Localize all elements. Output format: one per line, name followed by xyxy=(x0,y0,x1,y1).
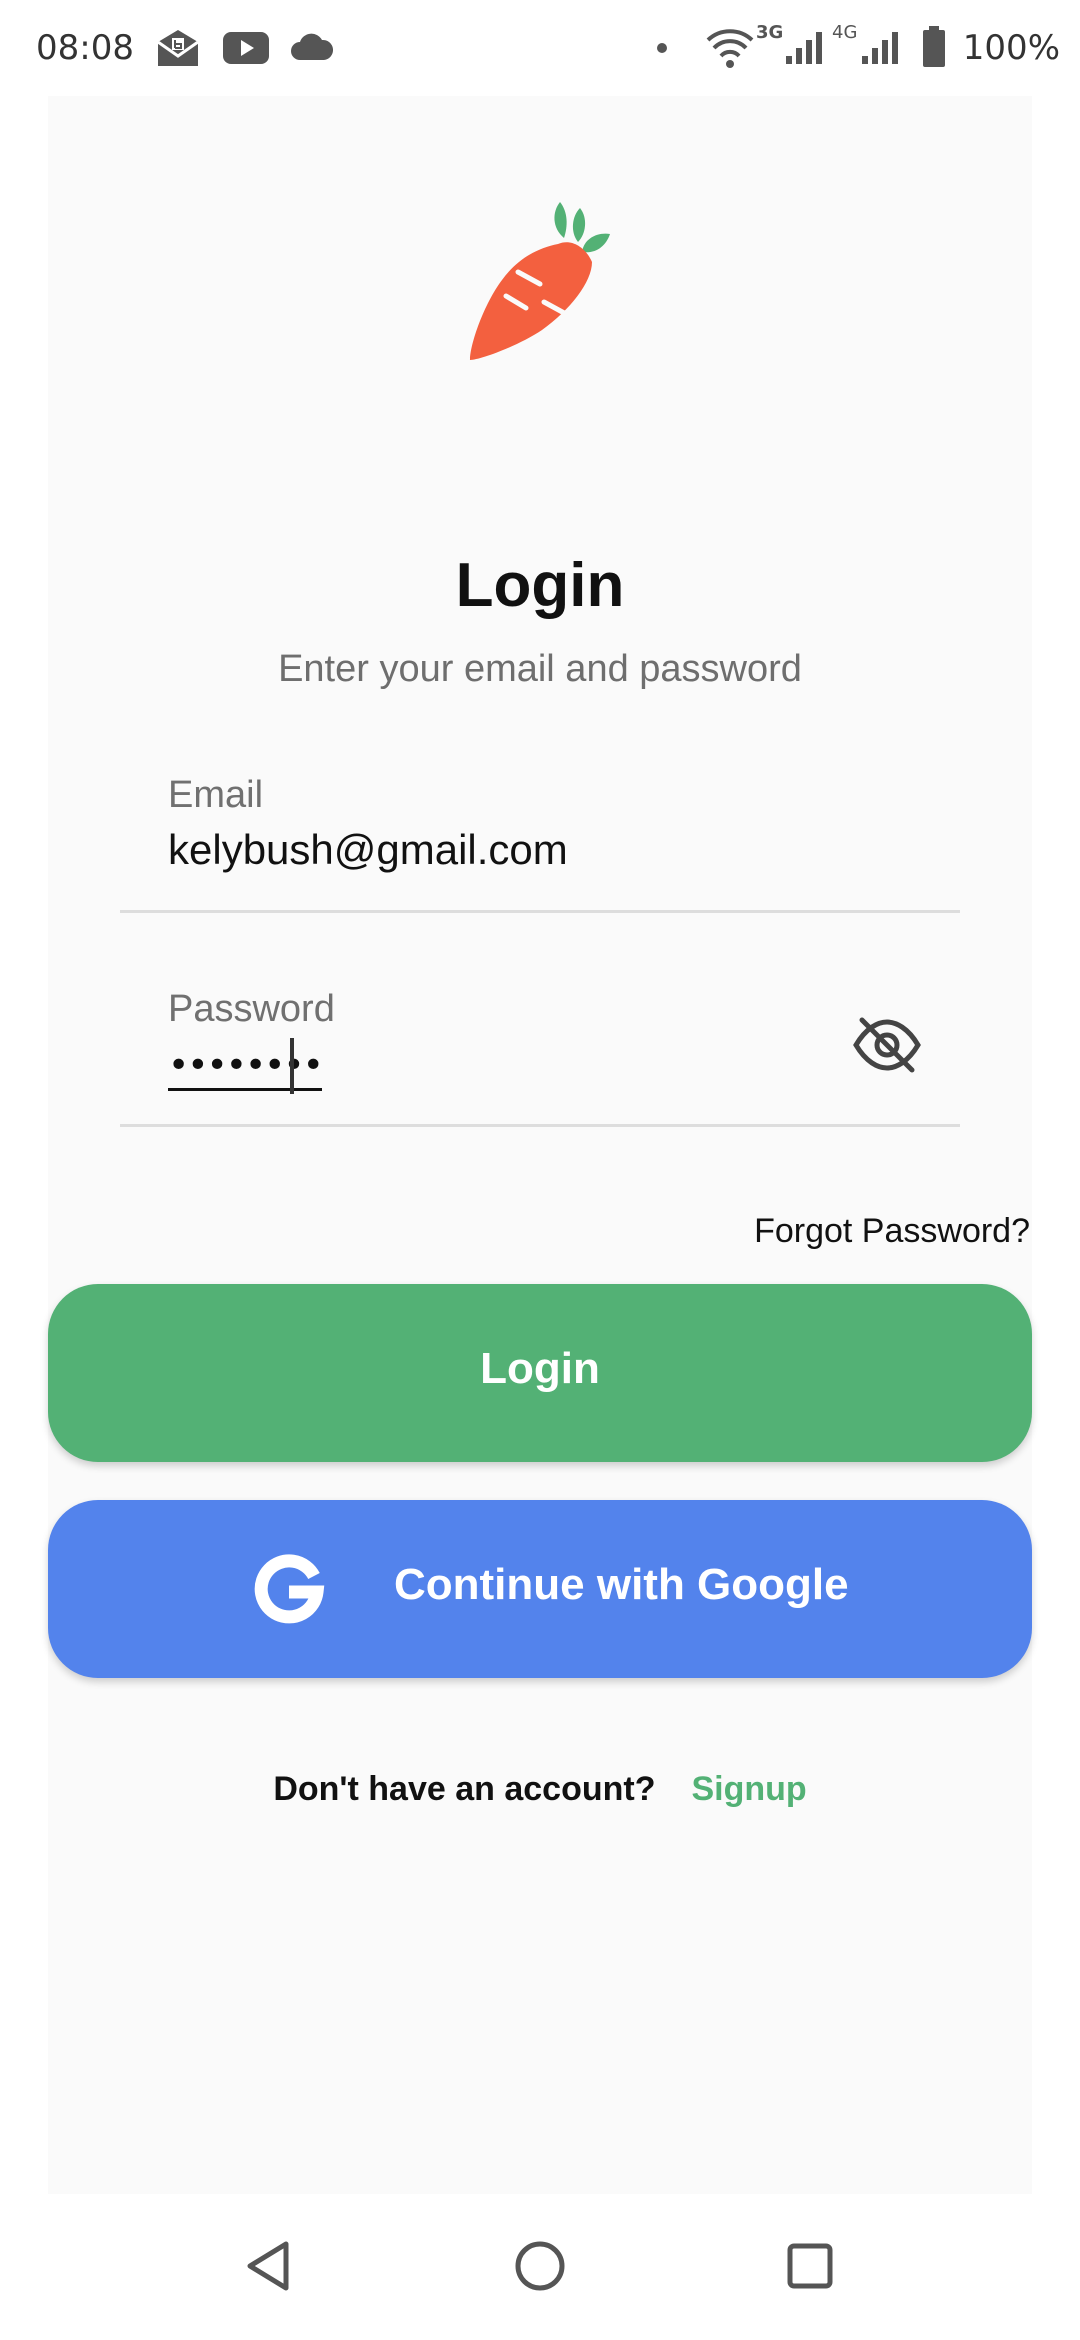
signup-link[interactable]: Signup xyxy=(691,1770,806,1808)
google-g-icon xyxy=(254,1554,325,1624)
text-caret xyxy=(290,1038,294,1094)
back-triangle-icon[interactable] xyxy=(240,2236,300,2296)
status-time: 08:08 xyxy=(36,28,134,68)
password-field[interactable]: •••••••• xyxy=(168,1046,324,1091)
page-subtitle: Enter your email and password xyxy=(278,648,802,690)
password-label: Password xyxy=(168,988,335,1030)
wifi-icon xyxy=(706,29,754,68)
battery-percent: 100% xyxy=(962,28,1060,68)
dot-icon xyxy=(657,43,667,53)
email-underline xyxy=(120,910,960,913)
email-field[interactable]: kelybush@gmail.com xyxy=(168,826,568,874)
home-circle-icon[interactable] xyxy=(510,2236,570,2296)
carrot-logo xyxy=(470,202,610,360)
youtube-icon xyxy=(223,32,269,64)
battery-icon xyxy=(923,26,945,67)
system-nav-bar xyxy=(0,2194,1080,2340)
login-card xyxy=(48,96,1032,2194)
recents-square-icon[interactable] xyxy=(780,2236,840,2296)
google-button-label: Continue with Google xyxy=(394,1560,849,1609)
network-3g-label: 3G xyxy=(756,22,784,43)
login-button-label: Login xyxy=(480,1344,600,1393)
forgot-password-link[interactable]: Forgot Password? xyxy=(754,1212,1030,1251)
page-title: Login xyxy=(455,551,625,620)
status-bar: 08:08 3G 4G 100% xyxy=(0,0,1080,96)
signup-prompt: Don't have an account? xyxy=(273,1770,656,1808)
google-signin-button[interactable]: Continue with Google xyxy=(48,1500,1032,1678)
login-button[interactable]: Login xyxy=(48,1284,1032,1462)
password-underline xyxy=(120,1124,960,1127)
signup-row: Don't have an account? Signup xyxy=(0,1770,1080,1809)
eye-off-icon[interactable] xyxy=(852,1014,922,1076)
email-label: Email xyxy=(168,774,264,816)
signal-4g-icon xyxy=(862,32,898,64)
mail-icon xyxy=(157,30,199,66)
cloud-icon xyxy=(291,33,334,60)
signal-3g-icon xyxy=(786,32,822,64)
network-4g-label: 4G xyxy=(832,22,858,43)
